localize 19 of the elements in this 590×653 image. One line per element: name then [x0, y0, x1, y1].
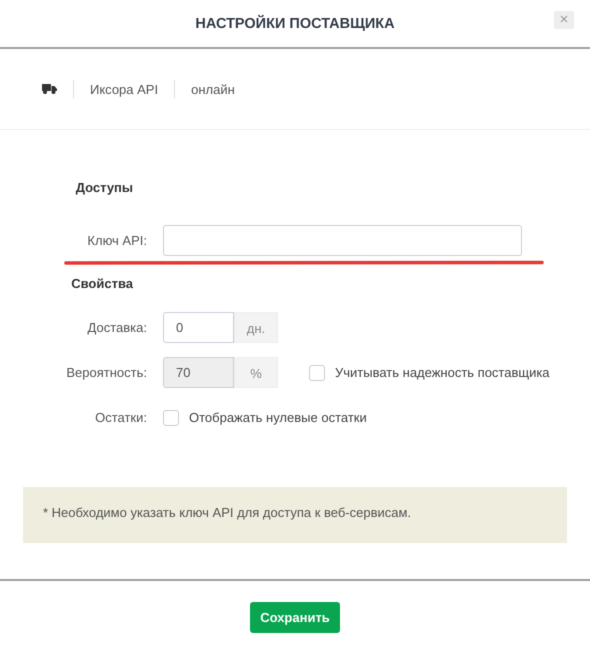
- dialog-title: НАСТРОЙКИ ПОСТАВЩИКА: [195, 16, 395, 32]
- field-label: Вероятность:: [66, 364, 147, 382]
- info-note: * Необходимо указать ключ API для доступа к веб-сервисам.: [23, 487, 567, 543]
- section-heading: Доступы: [76, 180, 133, 197]
- field-label: Ключ API:: [87, 232, 147, 250]
- info-text: Иксора API: [90, 82, 158, 96]
- checkbox[interactable]: [163, 410, 179, 426]
- unit-addon: %: [234, 357, 278, 388]
- save-button[interactable]: Сохранить: [250, 602, 340, 632]
- checkbox-label: Отображать нулевые остатки: [189, 410, 367, 425]
- section-heading: Свойства: [71, 276, 133, 293]
- unit-addon: дн.: [234, 312, 278, 343]
- api-key-field[interactable]: [163, 225, 522, 256]
- checkbox-label: Учитывать надежность поставщика: [335, 365, 550, 380]
- truck-icon: [42, 84, 57, 94]
- number-field[interactable]: 0: [163, 312, 234, 343]
- field-label: Доставка:: [88, 319, 147, 337]
- info-text: онлайн: [191, 82, 235, 96]
- field-label: Остатки:: [95, 409, 147, 427]
